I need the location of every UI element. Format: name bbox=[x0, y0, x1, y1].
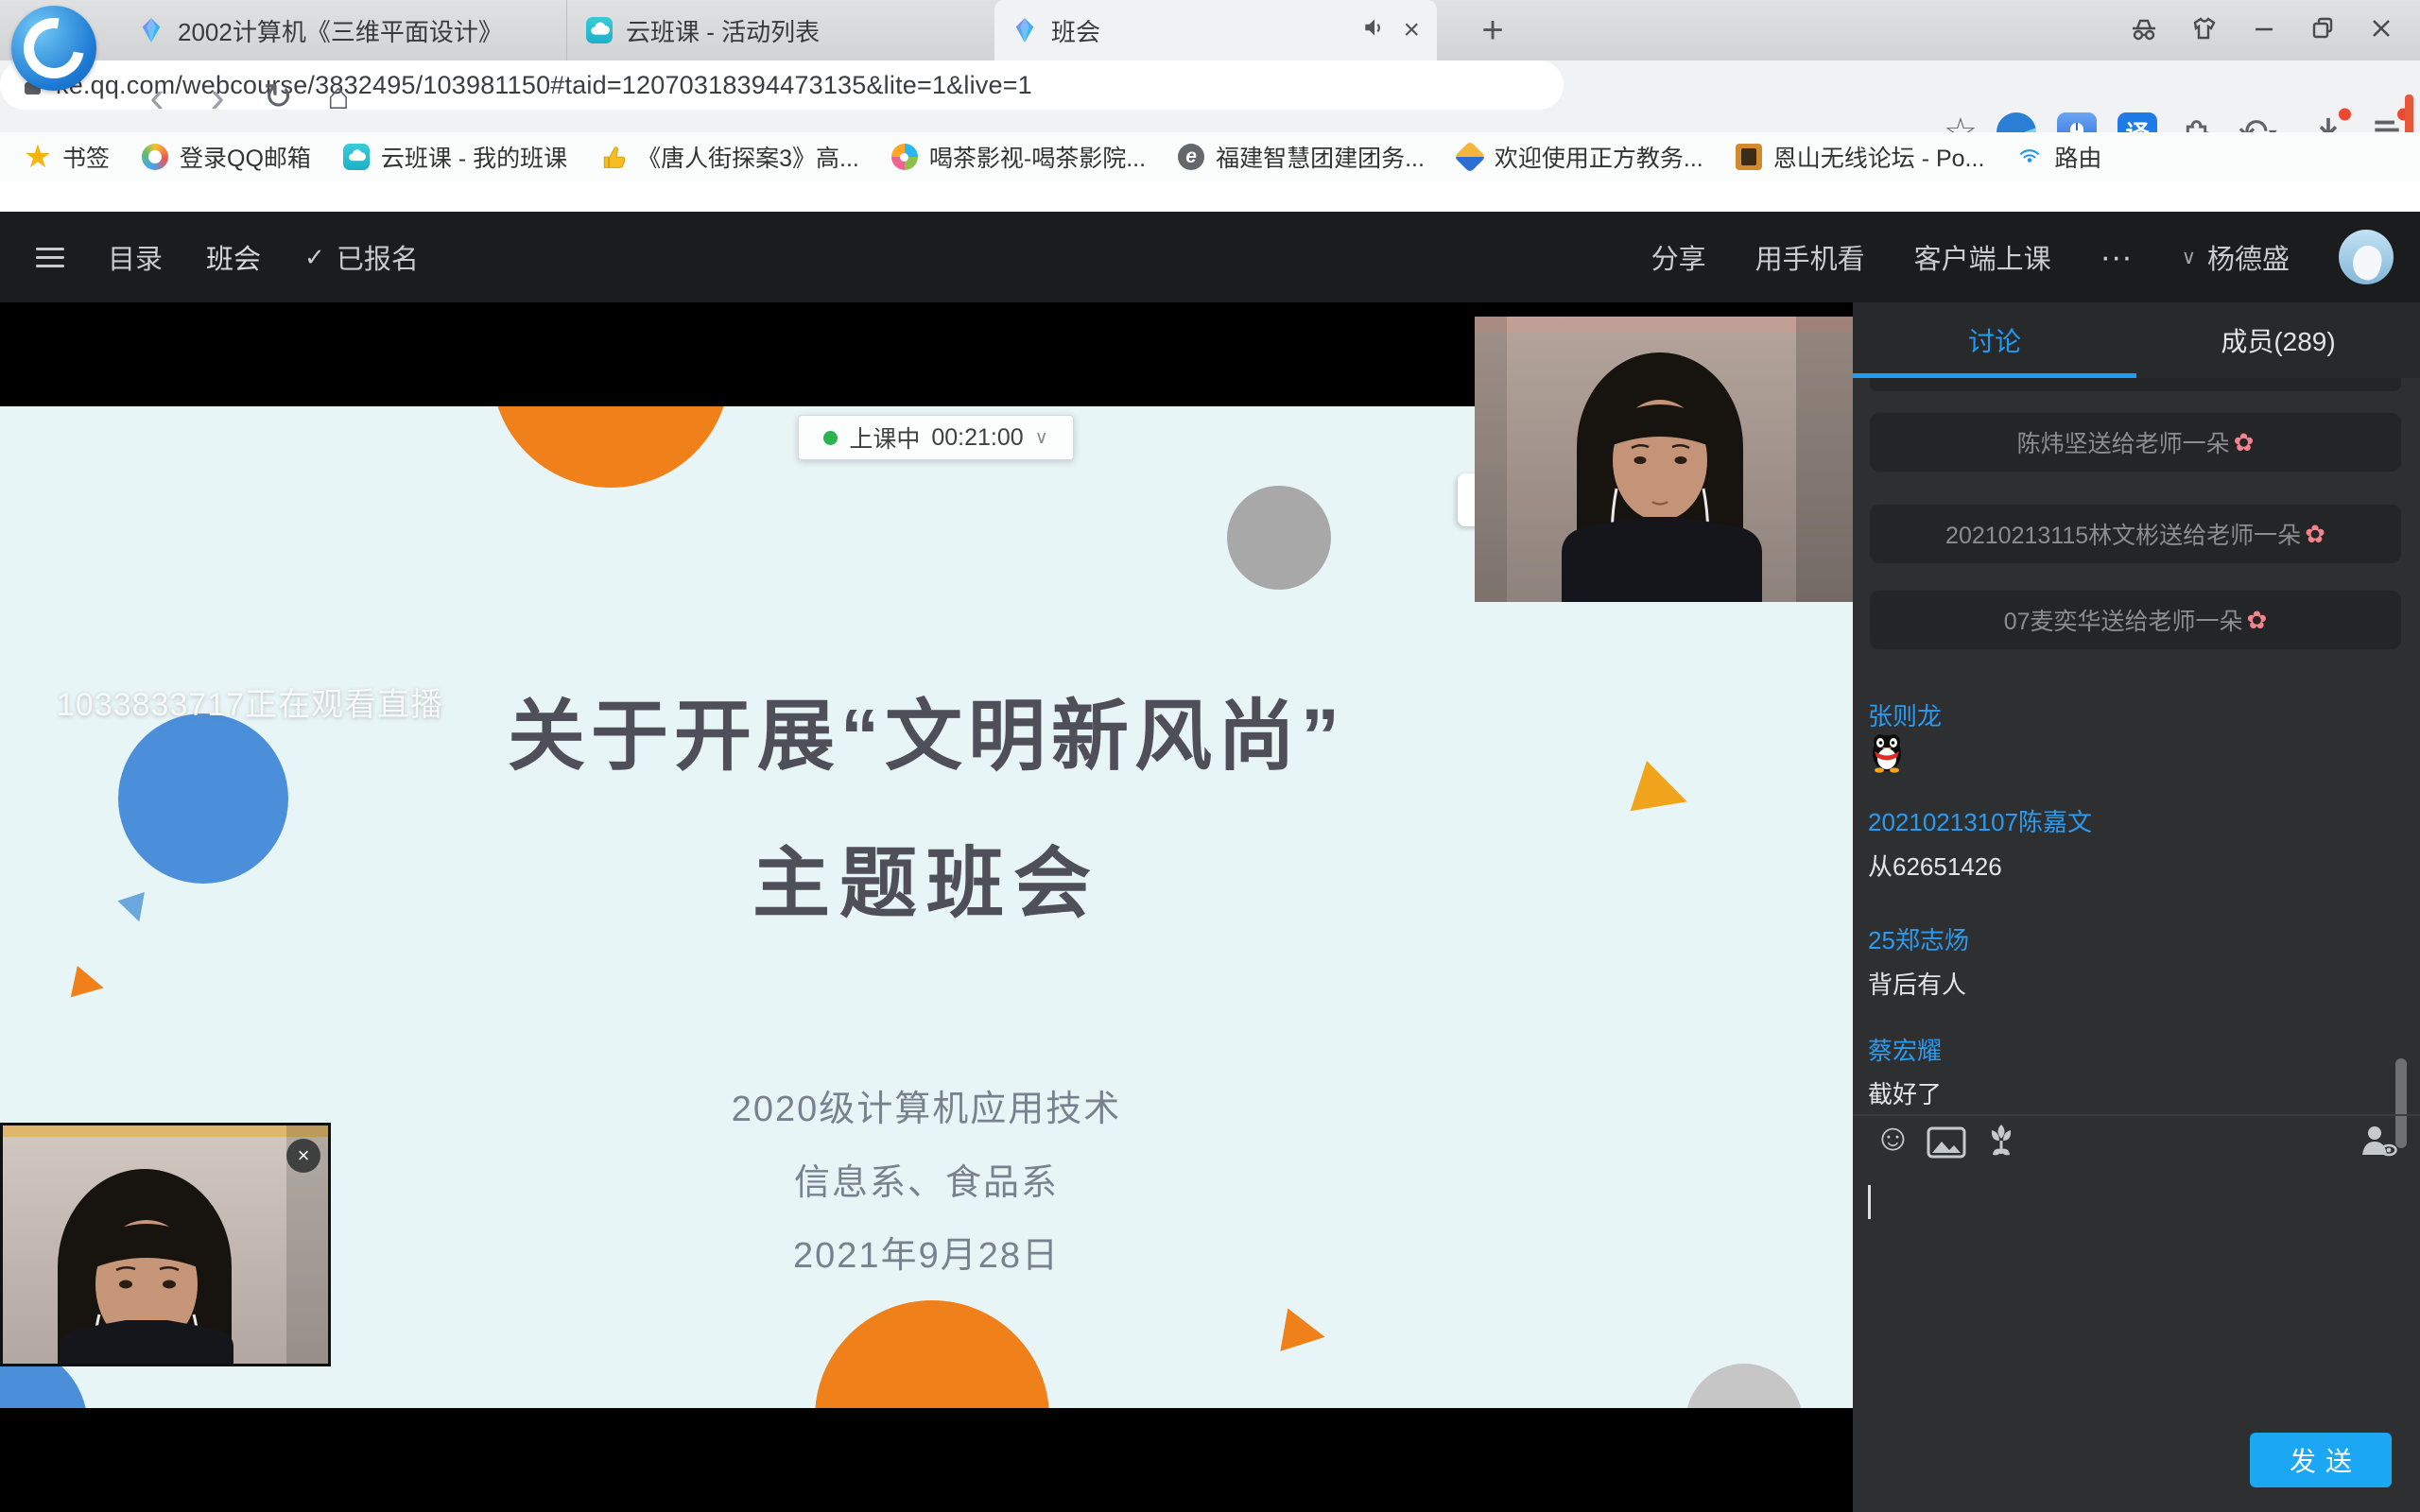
wifi-icon bbox=[2016, 144, 2043, 170]
bookmark-item[interactable]: 欢迎使用正方教务... bbox=[1457, 140, 1703, 174]
live-dot-icon bbox=[823, 431, 838, 445]
tab-course-design[interactable]: 2002计算机《三维平面设计》 bbox=[121, 0, 567, 60]
close-icon[interactable]: × bbox=[286, 1139, 320, 1173]
address-bar-row: ‹ › ↻ ⌂ ke.qq.com/webcourse/3832495/1039… bbox=[0, 60, 2420, 132]
slide-decoration-triangle bbox=[71, 966, 107, 1004]
slide-decoration-circle bbox=[1685, 1364, 1803, 1408]
tab-class-meeting-active[interactable]: 班会 × bbox=[994, 0, 1437, 60]
tab-title: 2002计算机《三维平面设计》 bbox=[178, 13, 549, 48]
chat-username[interactable]: 张则龙 bbox=[1868, 697, 1942, 732]
bookmark-item[interactable]: 喝茶影视-喝茶影院... bbox=[891, 140, 1146, 174]
tab-discussion[interactable]: 讨论 bbox=[1853, 302, 2136, 378]
bookmark-item[interactable]: ★ 书签 bbox=[25, 140, 110, 174]
browser-skin-icon[interactable] bbox=[2187, 11, 2221, 45]
self-webcam[interactable]: × bbox=[0, 1123, 331, 1366]
user-menu[interactable]: ∨ 杨德盛 bbox=[2182, 237, 2290, 277]
bookmark-item[interactable]: 路由 bbox=[2016, 140, 2101, 174]
new-tab-button[interactable]: + bbox=[1471, 9, 1514, 51]
chevron-down-icon: ∨ bbox=[1035, 427, 1048, 449]
slide-title-line2: 主题班会 bbox=[0, 820, 1853, 933]
chat-username[interactable]: 蔡宏耀 bbox=[1868, 1032, 1942, 1067]
back-icon[interactable]: ‹ bbox=[132, 60, 182, 132]
tab-title: 班会 bbox=[1051, 13, 1348, 48]
course-header: 目录 班会 ✓ 已报名 分享 用手机看 客户端上课 ··· ∨ 杨德盛 bbox=[0, 212, 2420, 302]
browser-window: 2002计算机《三维平面设计》 云班课 - 活动列表 班会 × + bbox=[0, 0, 2420, 1512]
chat-username[interactable]: 20210213107陈嘉文 bbox=[1868, 803, 2092, 838]
avatar[interactable] bbox=[2339, 230, 2394, 284]
star-icon: ★ bbox=[25, 144, 51, 170]
download-badge bbox=[2339, 109, 2351, 121]
send-button[interactable]: 发送 bbox=[2250, 1433, 2392, 1487]
share-button[interactable]: 分享 bbox=[1651, 237, 1706, 277]
chat-tabs: 讨论 成员(289) bbox=[1853, 302, 2420, 378]
home-icon[interactable]: ⌂ bbox=[314, 60, 363, 132]
gift-message: 07麦奕华送给老师一朵✿ bbox=[1870, 591, 2401, 649]
slide-decoration-circle bbox=[815, 1300, 1049, 1408]
close-window-icon[interactable] bbox=[2365, 12, 2397, 44]
live-video-area[interactable]: 关于开展“文明新风尚” 主题班会 2020级计算机应用技术 信息系、食品系 20… bbox=[0, 302, 1853, 1512]
classroom-diamond-icon bbox=[1011, 17, 1038, 43]
page-title: 班会 bbox=[206, 237, 261, 277]
slide-decoration-circle bbox=[492, 406, 730, 488]
flower-icon: ✿ bbox=[2247, 606, 2268, 635]
gift-message: 20210213115林文彬送给老师一朵✿ bbox=[1870, 505, 2401, 563]
bookmark-item[interactable]: 登录QQ邮箱 bbox=[142, 140, 311, 174]
thumb-icon bbox=[599, 144, 626, 170]
incognito-icon[interactable] bbox=[2127, 11, 2161, 45]
chat-message: 从62651426 bbox=[1868, 848, 2002, 883]
pinwheel-icon bbox=[891, 144, 918, 170]
window-controls bbox=[2127, 0, 2397, 57]
chat-username[interactable]: 25郑志炀 bbox=[1868, 921, 1969, 956]
gift-message-clipped bbox=[1870, 378, 2401, 391]
enrolled-badge: ✓ 已报名 bbox=[304, 237, 419, 277]
dark-e-icon: e bbox=[1178, 144, 1204, 170]
check-icon: ✓ bbox=[304, 243, 325, 272]
tab-yunbanke-activities[interactable]: 云班课 - 活动列表 bbox=[569, 0, 993, 60]
cloud-icon bbox=[586, 17, 613, 43]
minimize-icon[interactable] bbox=[2248, 12, 2280, 44]
bookmarks-bar: ★ 书签 登录QQ邮箱 云班课 - 我的班课 《唐人街探案3》高... 喝茶影视… bbox=[0, 132, 2420, 181]
chevron-down-icon: ∨ bbox=[2182, 246, 2196, 269]
chat-message: 截好了 bbox=[1868, 1075, 1942, 1110]
gift-message: 陈炜坚送给老师一朵✿ bbox=[1870, 413, 2401, 472]
catalog-button[interactable]: 目录 bbox=[108, 237, 163, 277]
divider bbox=[1853, 1114, 2420, 1116]
browser-logo[interactable] bbox=[11, 6, 96, 91]
chat-message: 背后有人 bbox=[1868, 966, 1966, 1001]
diamond-icon bbox=[1457, 144, 1483, 170]
mobile-view-button[interactable]: 用手机看 bbox=[1755, 237, 1865, 277]
tab-title: 云班课 - 活动列表 bbox=[626, 13, 976, 48]
bookmark-item[interactable]: 恩山无线论坛 - Po... bbox=[1736, 140, 1985, 174]
bookmark-item[interactable]: 《唐人街探案3》高... bbox=[599, 140, 859, 174]
browser-tab-bar: 2002计算机《三维平面设计》 云班课 - 活动列表 班会 × + bbox=[0, 0, 2420, 60]
refresh-icon[interactable]: ↻ bbox=[253, 60, 302, 132]
bookmark-item[interactable]: 云班课 - 我的班课 bbox=[343, 140, 567, 174]
bookmark-item[interactable]: e 福建智慧团建团务... bbox=[1178, 140, 1425, 174]
client-button[interactable]: 客户端上课 bbox=[1914, 237, 2051, 277]
flower-icon: ✿ bbox=[2234, 428, 2255, 457]
cloud-icon bbox=[343, 144, 370, 170]
enshan-icon bbox=[1736, 144, 1762, 170]
slide-decoration-circle bbox=[1227, 486, 1331, 590]
tab-members[interactable]: 成员(289) bbox=[2136, 302, 2420, 378]
class-status-badge[interactable]: 上课中 00:21:00 ∨ bbox=[798, 415, 1074, 460]
more-button[interactable]: ··· bbox=[2100, 239, 2133, 276]
username: 杨德盛 bbox=[2207, 237, 2290, 277]
flower-icon: ✿ bbox=[2305, 520, 2325, 549]
teacher-webcam[interactable] bbox=[1475, 317, 1853, 602]
forward-icon[interactable]: › bbox=[193, 60, 242, 132]
chat-panel: 讨论 成员(289) 陈炜坚送给老师一朵✿ 20210213115林文彬送给老师… bbox=[1853, 302, 2420, 1512]
slide-decoration-triangle bbox=[1280, 1309, 1328, 1359]
page-top-strip bbox=[0, 181, 2420, 212]
qq-penguin-sticker bbox=[1868, 730, 1906, 778]
classroom-diamond-icon bbox=[138, 17, 164, 43]
tab-audio-icon[interactable] bbox=[1361, 15, 1386, 46]
viewer-watermark: 1033833717正在观看直播 bbox=[57, 679, 443, 725]
status-timer: 00:21:00 bbox=[931, 424, 1023, 452]
tab-close-icon[interactable]: × bbox=[1403, 14, 1420, 46]
restore-icon[interactable] bbox=[2307, 12, 2339, 44]
status-label: 上课中 bbox=[849, 421, 920, 455]
qqmail-icon bbox=[142, 144, 168, 170]
menu-hamburger-icon[interactable] bbox=[36, 248, 64, 267]
